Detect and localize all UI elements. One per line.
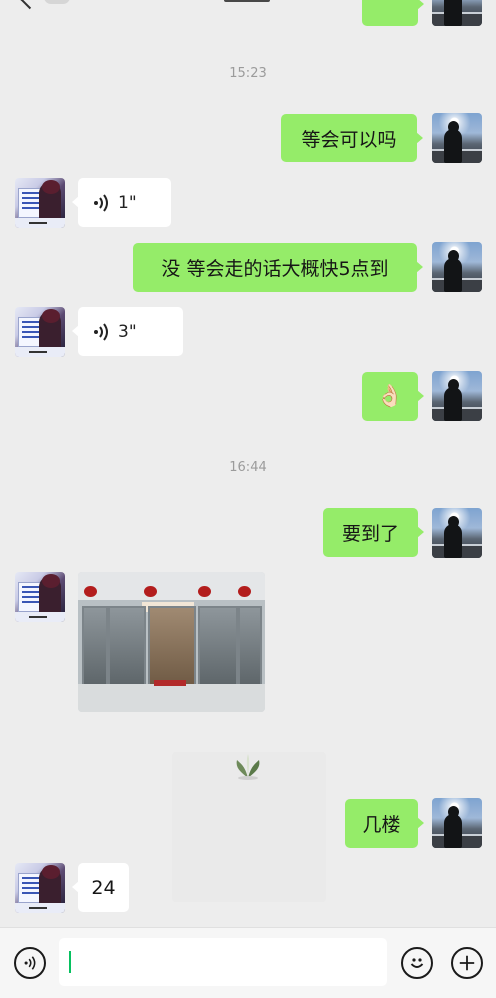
voice-toggle-icon: [24, 956, 36, 970]
my-avatar[interactable]: [432, 508, 482, 558]
my-avatar[interactable]: [432, 0, 482, 26]
message-timestamp: 16:44: [229, 460, 267, 475]
contact-avatar[interactable]: [15, 178, 65, 228]
message-bubble-sent[interactable]: 要到了: [323, 508, 424, 557]
text-caret: [69, 951, 71, 973]
my-avatar[interactable]: [432, 798, 482, 848]
voice-message-bubble[interactable]: 3": [72, 307, 183, 356]
contact-avatar[interactable]: [15, 307, 65, 357]
voice-wave-icon: [92, 193, 110, 213]
more-options-button[interactable]: [451, 947, 483, 979]
message-bubble-partial[interactable]: [362, 0, 424, 26]
emoji-message-bubble[interactable]: 👌🏻: [362, 372, 424, 421]
my-avatar[interactable]: [432, 242, 482, 292]
voice-wave-icon: [92, 322, 110, 342]
message-bubble-sent[interactable]: 几楼: [345, 799, 424, 848]
chat-title: [224, 0, 270, 2]
message-bubble-received[interactable]: 24: [72, 863, 129, 912]
contact-avatar[interactable]: [15, 572, 65, 622]
voice-duration: 3": [118, 321, 137, 342]
message-bubble-sent[interactable]: 等会可以吗: [281, 114, 423, 162]
my-avatar[interactable]: [432, 113, 482, 163]
my-avatar[interactable]: [432, 371, 482, 421]
voice-duration: 1": [118, 192, 137, 213]
image-message[interactable]: [78, 572, 265, 712]
chat-input-bar: [0, 927, 496, 998]
voice-toggle-button[interactable]: [14, 947, 46, 979]
message-bubble-sent[interactable]: 没 等会走的话大概快5点到: [133, 243, 423, 292]
message-timestamp: 15:23: [229, 66, 267, 81]
chat-screen: 15:23 等会可以吗 1" 没 等会走的话大概快5点到 3" 👌🏻 16:44…: [0, 0, 496, 998]
back-icon[interactable]: [19, 0, 39, 10]
message-input[interactable]: [59, 938, 387, 986]
unread-count-badge: [44, 0, 70, 4]
emoji-icon: [410, 958, 424, 968]
emoji-button[interactable]: [401, 947, 433, 979]
plant-sticker-icon: [231, 752, 265, 780]
voice-message-bubble[interactable]: 1": [72, 178, 171, 227]
contact-avatar[interactable]: [15, 863, 65, 913]
plus-icon: [459, 955, 475, 971]
